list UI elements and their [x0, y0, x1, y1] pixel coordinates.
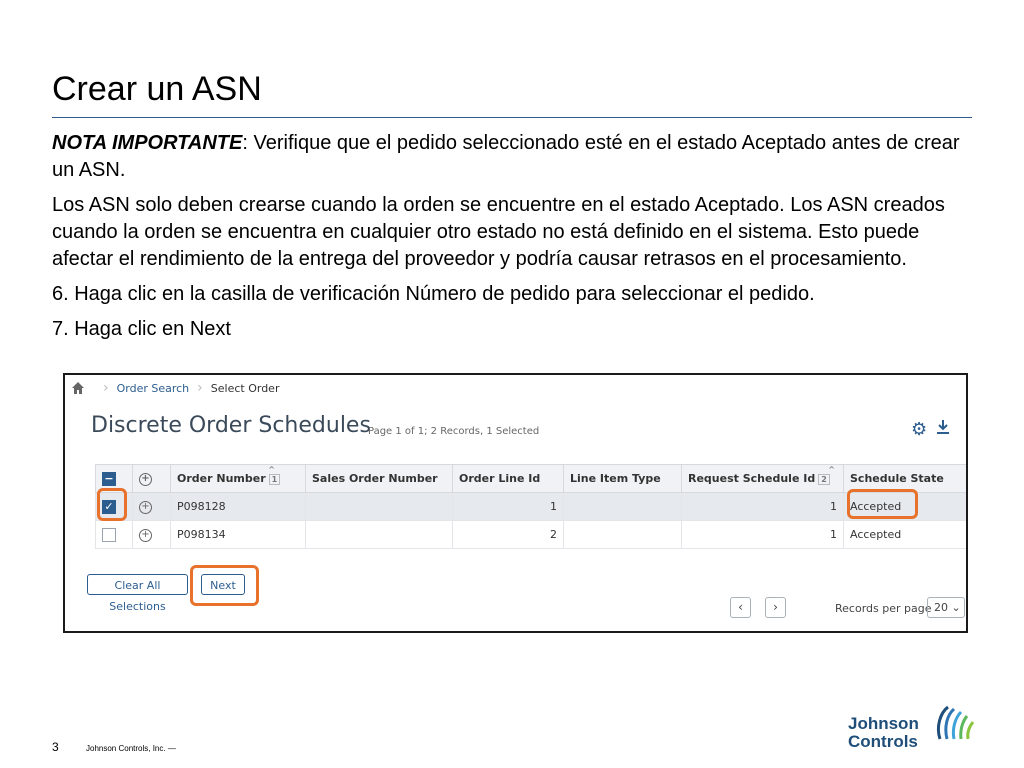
sort-order-badge: 1 — [268, 474, 281, 485]
cell-line-item-type — [563, 492, 682, 521]
important-note: NOTA IMPORTANTE: Verifique que el pedido… — [52, 130, 972, 184]
slide-title: Crear un ASN — [52, 70, 262, 108]
column-sales-order-number[interactable]: Sales Order Number — [305, 464, 453, 493]
accepted-highlight — [847, 489, 918, 519]
cell-order-line-id: 1 — [452, 492, 564, 521]
column-line-item-type[interactable]: Line Item Type — [563, 464, 682, 493]
table-row[interactable]: + P098134 2 1 Accepted — [95, 520, 966, 549]
title-divider — [52, 117, 972, 118]
cell-order-number: P098128 — [170, 492, 306, 521]
breadcrumb-order-search[interactable]: Order Search — [117, 382, 190, 395]
note-label: NOTA IMPORTANTE — [52, 132, 243, 154]
logo-line-1: Johnson — [848, 714, 919, 733]
cell-request-schedule-id: 1 — [681, 492, 844, 521]
expand-all-header[interactable]: + — [132, 464, 171, 493]
gear-icon[interactable]: ⚙ — [911, 419, 927, 440]
records-per-page-select[interactable]: 20 ⌄ — [927, 597, 965, 618]
expand-row-icon[interactable]: + — [139, 501, 152, 514]
orders-table: − + Order Number 1 ^ Sales Order Number Or… — [95, 464, 966, 549]
step-7-text: 7. Haga clic en Next — [52, 318, 231, 340]
table-row[interactable]: ✓ + P098128 1 1 Accepted — [95, 492, 966, 521]
cell-schedule-state: Accepted — [843, 520, 966, 549]
slide-body: NOTA IMPORTANTE: Verifique que el pedido… — [52, 130, 972, 351]
cell-order-line-id: 2 — [452, 520, 564, 549]
explanation-paragraph: Los ASN solo deben crearse cuando la ord… — [52, 194, 945, 270]
sort-asc-icon: ^ — [268, 465, 275, 474]
page-heading: Discrete Order Schedules — [91, 413, 371, 438]
breadcrumb-separator: › — [103, 380, 109, 396]
breadcrumb: › Order Search › Select Order — [71, 379, 279, 397]
record-summary: Page 1 of 1; 2 Records, 1 Selected — [368, 426, 540, 437]
records-per-page-label: Records per page — [835, 602, 932, 615]
sort-order-badge: 2 — [818, 474, 830, 485]
column-request-schedule-id[interactable]: Request Schedule Id 2 ^ — [681, 464, 844, 493]
app-screenshot: › Order Search › Select Order Discrete O… — [63, 373, 968, 633]
page-number: 3 — [52, 740, 59, 754]
cell-order-number: P098134 — [170, 520, 306, 549]
logo-line-2: Controls — [848, 732, 918, 751]
cell-sales-order-number — [305, 492, 453, 521]
previous-page-button[interactable]: ‹ — [730, 597, 751, 618]
table-header-row: − + Order Number 1 ^ Sales Order Number Or… — [95, 464, 966, 493]
checkbox-highlight — [97, 488, 127, 521]
column-order-line-id[interactable]: Order Line Id — [452, 464, 564, 493]
logo-mark-icon — [936, 705, 975, 740]
cell-sales-order-number — [305, 520, 453, 549]
row-checkbox[interactable] — [102, 527, 116, 542]
expand-row-icon[interactable]: + — [139, 529, 152, 542]
next-highlight — [190, 565, 259, 606]
cell-line-item-type — [563, 520, 682, 549]
home-icon[interactable] — [71, 381, 85, 395]
expand-all-icon[interactable]: + — [139, 473, 152, 486]
breadcrumb-separator: › — [197, 380, 203, 396]
sort-asc-icon: ^ — [828, 465, 835, 474]
next-page-button[interactable]: › — [765, 597, 786, 618]
clear-all-selections-button[interactable]: Clear All Selections — [87, 574, 188, 613]
cell-request-schedule-id: 1 — [681, 520, 844, 549]
breadcrumb-select-order: Select Order — [210, 381, 280, 395]
download-icon[interactable] — [936, 419, 950, 439]
step-6-text: 6. Haga clic en la casilla de verificaci… — [52, 283, 815, 305]
company-logo: Johnson Controls — [848, 703, 978, 758]
column-order-number[interactable]: Order Number 1 ^ — [170, 464, 306, 493]
select-all-checkbox[interactable]: − — [102, 471, 116, 486]
footer-company: Johnson Controls, Inc. — — [86, 744, 176, 753]
